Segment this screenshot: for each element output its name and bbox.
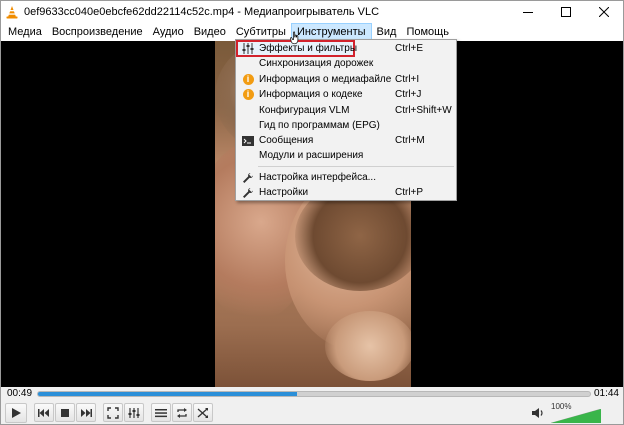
next-icon [81, 408, 92, 417]
stop-button[interactable] [55, 403, 75, 422]
menu-messages[interactable]: Сообщения Ctrl+M [237, 133, 455, 148]
equalizer-icon [241, 42, 255, 55]
menu-separator [258, 166, 454, 167]
vlc-cone-icon [5, 5, 19, 19]
playlist-button[interactable] [151, 403, 171, 422]
previous-button[interactable] [34, 403, 54, 422]
terminal-icon [241, 134, 255, 147]
menu-preferences[interactable]: Настройки Ctrl+P [237, 185, 455, 200]
elapsed-time: 00:49 [7, 388, 33, 399]
stop-icon [61, 408, 69, 417]
previous-icon [38, 408, 49, 417]
menu-item-shortcut: Ctrl+M [395, 135, 425, 146]
title-bar[interactable]: 0ef9633cc040e0ebcfe62dd22114c52c.mp4 - М… [1, 1, 623, 23]
menu-item-shortcut: Ctrl+Shift+W [395, 105, 452, 116]
menu-item-shortcut: Ctrl+I [395, 74, 420, 85]
menu-item-label: Информация о кодеке [259, 89, 363, 100]
wrench-icon [241, 186, 255, 199]
shuffle-icon [197, 407, 208, 418]
loop-icon [177, 407, 187, 418]
seek-progress [38, 392, 298, 396]
shortcut-effects-filters: Ctrl+E [395, 43, 424, 54]
menu-codec-info[interactable]: i Информация о кодеке Ctrl+J [237, 87, 455, 102]
menu-item-shortcut: Ctrl+P [395, 187, 424, 198]
minimize-icon [523, 12, 533, 13]
menu-customize-interface[interactable]: Настройка интерфейса... [237, 170, 455, 185]
info-icon: i [241, 73, 255, 86]
seek-slider[interactable] [37, 391, 591, 397]
menu-item-shortcut: Ctrl+J [395, 89, 422, 100]
menu-vlm-config[interactable]: Конфигурация VLM Ctrl+Shift+W [237, 103, 455, 118]
maximize-icon [561, 7, 571, 17]
total-time: 01:44 [593, 388, 619, 399]
tools-menu-dropdown: Эффекты и фильтры Ctrl+E Синхронизация д… [235, 39, 457, 201]
menu-program-guide[interactable]: Гид по программам (EPG) [237, 118, 455, 133]
fullscreen-button[interactable] [103, 403, 123, 422]
playlist-icon [155, 408, 167, 417]
volume-control[interactable]: 100% [531, 402, 611, 423]
menu-item-label: Информация о медиафайле [259, 74, 392, 85]
vlc-window: 0ef9633cc040e0ebcfe62dd22114c52c.mp4 - М… [0, 0, 624, 425]
minimize-button[interactable] [509, 1, 547, 23]
menu-media-info[interactable]: i Информация о медиафайле Ctrl+I [237, 72, 455, 87]
loop-button[interactable] [172, 403, 192, 422]
window-title: 0ef9633cc040e0ebcfe62dd22114c52c.mp4 - М… [24, 6, 380, 18]
menu-item-label: Синхронизация дорожек [259, 58, 374, 69]
maximize-button[interactable] [547, 1, 585, 23]
menu-track-sync[interactable]: Синхронизация дорожек [237, 56, 455, 71]
extended-settings-button[interactable] [124, 403, 144, 422]
menu-item-label: Настройка интерфейса... [259, 172, 376, 183]
menu-media[interactable]: Медиа [3, 23, 47, 41]
wrench-icon [241, 171, 255, 184]
extended-settings-icon [128, 407, 140, 418]
menu-video[interactable]: Видео [189, 23, 231, 41]
controls-bar: 100% [1, 401, 623, 424]
close-icon [599, 7, 609, 17]
window-controls [509, 1, 623, 23]
menu-item-label: Модули и расширения [259, 150, 364, 161]
menu-item-label: Конфигурация VLM [259, 105, 350, 116]
menu-playback[interactable]: Воспроизведение [47, 23, 148, 41]
menu-audio[interactable]: Аудио [148, 23, 189, 41]
info-icon: i [241, 88, 255, 101]
mouse-cursor-icon [290, 31, 299, 45]
volume-slider[interactable] [551, 409, 601, 423]
play-icon [12, 407, 21, 418]
menu-item-label: Гид по программам (EPG) [259, 120, 380, 131]
play-button[interactable] [5, 402, 27, 423]
next-button[interactable] [76, 403, 96, 422]
menu-item-label: Эффекты и фильтры [259, 43, 358, 54]
menu-item-label: Настройки [259, 187, 309, 198]
menu-item-label: Сообщения [259, 135, 314, 146]
speaker-icon[interactable] [531, 407, 545, 419]
fullscreen-icon [107, 406, 119, 419]
seek-row: 00:49 01:44 [1, 387, 623, 401]
menu-plugins-extensions[interactable]: Модули и расширения [237, 148, 455, 163]
close-button[interactable] [585, 1, 623, 23]
shuffle-button[interactable] [193, 403, 213, 422]
